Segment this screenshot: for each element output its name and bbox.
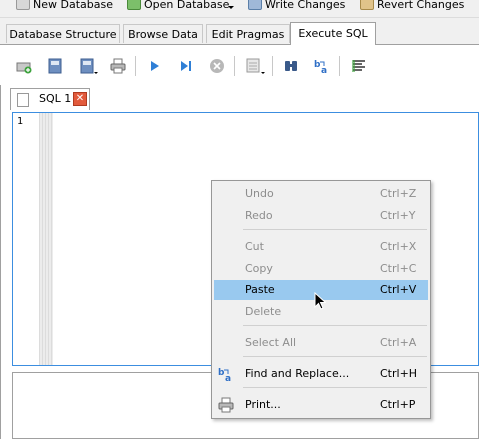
line-number-gutter: 1 xyxy=(13,113,53,365)
svg-text:b: b xyxy=(218,368,225,378)
svg-text:a: a xyxy=(321,66,327,74)
menu-item-redo[interactable]: Redo Ctrl+Y xyxy=(214,206,428,226)
find-icon[interactable] xyxy=(283,58,299,74)
menu-separator xyxy=(243,356,427,357)
comment-block-icon[interactable] xyxy=(351,58,367,74)
tab-execute-sql[interactable]: Execute SQL xyxy=(290,22,376,45)
toolbar-separator xyxy=(234,56,235,76)
menu-separator xyxy=(243,387,427,388)
open-tab-icon[interactable] xyxy=(16,58,32,74)
tab-sql-1[interactable]: SQL 1 ✕ xyxy=(10,88,90,110)
revert-changes-icon xyxy=(360,0,374,10)
new-database-icon xyxy=(16,0,30,10)
new-database-button[interactable]: New Database xyxy=(16,0,113,14)
svg-text:a: a xyxy=(225,374,231,382)
stop-execution-icon[interactable] xyxy=(209,58,225,74)
menu-item-cut[interactable]: Cut Ctrl+X xyxy=(214,237,428,257)
menu-item-select-all[interactable]: Select All Ctrl+A xyxy=(214,333,428,353)
save-sql-file-icon[interactable] xyxy=(79,58,98,74)
find-replace-icon: ba xyxy=(218,366,234,384)
toolbar-separator xyxy=(135,56,136,76)
print-icon[interactable] xyxy=(110,58,126,74)
open-database-button[interactable]: Open Database xyxy=(127,0,229,14)
tab-edit-pragmas[interactable]: Edit Pragmas xyxy=(206,24,290,43)
toolbar-separator xyxy=(339,56,340,76)
sql-tab-label: SQL 1 xyxy=(39,92,72,105)
mouse-cursor-icon xyxy=(314,291,327,313)
tab-database-structure[interactable]: Database Structure xyxy=(6,24,120,43)
document-icon xyxy=(17,93,29,107)
printer-icon xyxy=(218,397,234,413)
open-database-icon xyxy=(127,0,141,10)
menu-item-find-and-replace[interactable]: ba Find and Replace... Ctrl+H xyxy=(214,364,428,384)
close-tab-icon[interactable]: ✕ xyxy=(73,92,87,106)
menu-item-copy[interactable]: Copy Ctrl+C xyxy=(214,259,428,279)
open-sql-file-icon[interactable] xyxy=(47,58,63,74)
main-toolbar: New Database Open Database Write Changes… xyxy=(0,0,479,18)
menu-item-undo[interactable]: Undo Ctrl+Z xyxy=(214,184,428,204)
line-number: 1 xyxy=(17,116,24,127)
execute-all-icon[interactable] xyxy=(147,58,163,74)
sql-toolbar: ba xyxy=(0,45,479,85)
execute-current-line-icon[interactable] xyxy=(178,58,194,74)
menu-item-print[interactable]: Print... Ctrl+P xyxy=(214,395,428,415)
open-database-dropdown-icon[interactable] xyxy=(228,6,234,9)
menu-separator xyxy=(243,229,427,230)
write-changes-button[interactable]: Write Changes xyxy=(248,0,345,14)
tab-browse-data[interactable]: Browse Data xyxy=(123,24,203,43)
main-tab-bar: Database Structure Browse Data Edit Prag… xyxy=(0,22,479,45)
find-replace-icon[interactable]: ba xyxy=(314,58,330,76)
svg-text:b: b xyxy=(314,60,321,70)
save-results-icon[interactable] xyxy=(246,58,265,74)
menu-separator xyxy=(243,325,427,326)
write-changes-icon xyxy=(248,0,262,10)
revert-changes-button[interactable]: Revert Changes xyxy=(360,0,464,14)
toolbar-separator xyxy=(272,56,273,76)
